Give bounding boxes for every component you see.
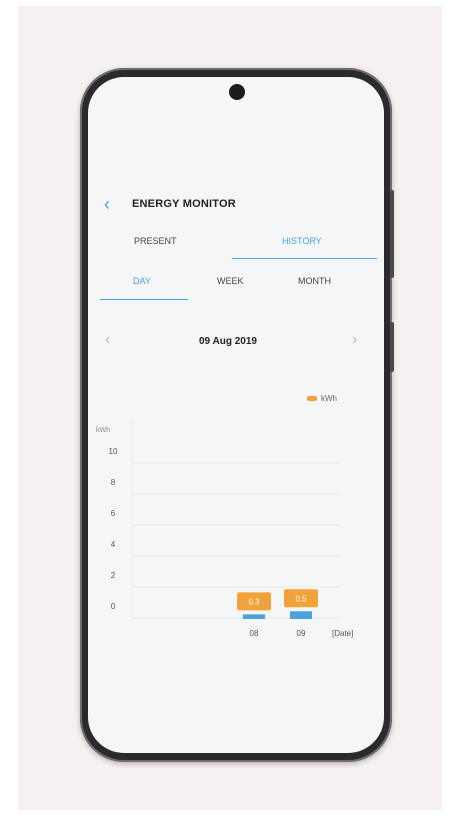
y-tick-label: 0 <box>111 602 116 611</box>
y-tick-label: 6 <box>111 509 116 518</box>
chart-bar[interactable] <box>290 611 312 619</box>
y-tick-label: 4 <box>111 540 116 549</box>
x-tick-label: 09 <box>297 629 306 638</box>
y-tick-label: 10 <box>109 447 118 456</box>
y-axis-title: kWh <box>96 427 110 434</box>
bar-value-label: 0.3 <box>248 597 260 606</box>
energy-chart: kWh 10 8 6 4 2 0 0.3 0.5 08 09 [Date] <box>96 420 353 638</box>
bar-value-label: 0.5 <box>295 594 307 603</box>
x-axis-title: [Date] <box>332 629 353 638</box>
y-tick-label: 8 <box>111 478 116 487</box>
x-tick-label: 08 <box>250 629 259 638</box>
y-tick-label: 2 <box>111 571 116 580</box>
chart-bar[interactable] <box>243 614 265 619</box>
